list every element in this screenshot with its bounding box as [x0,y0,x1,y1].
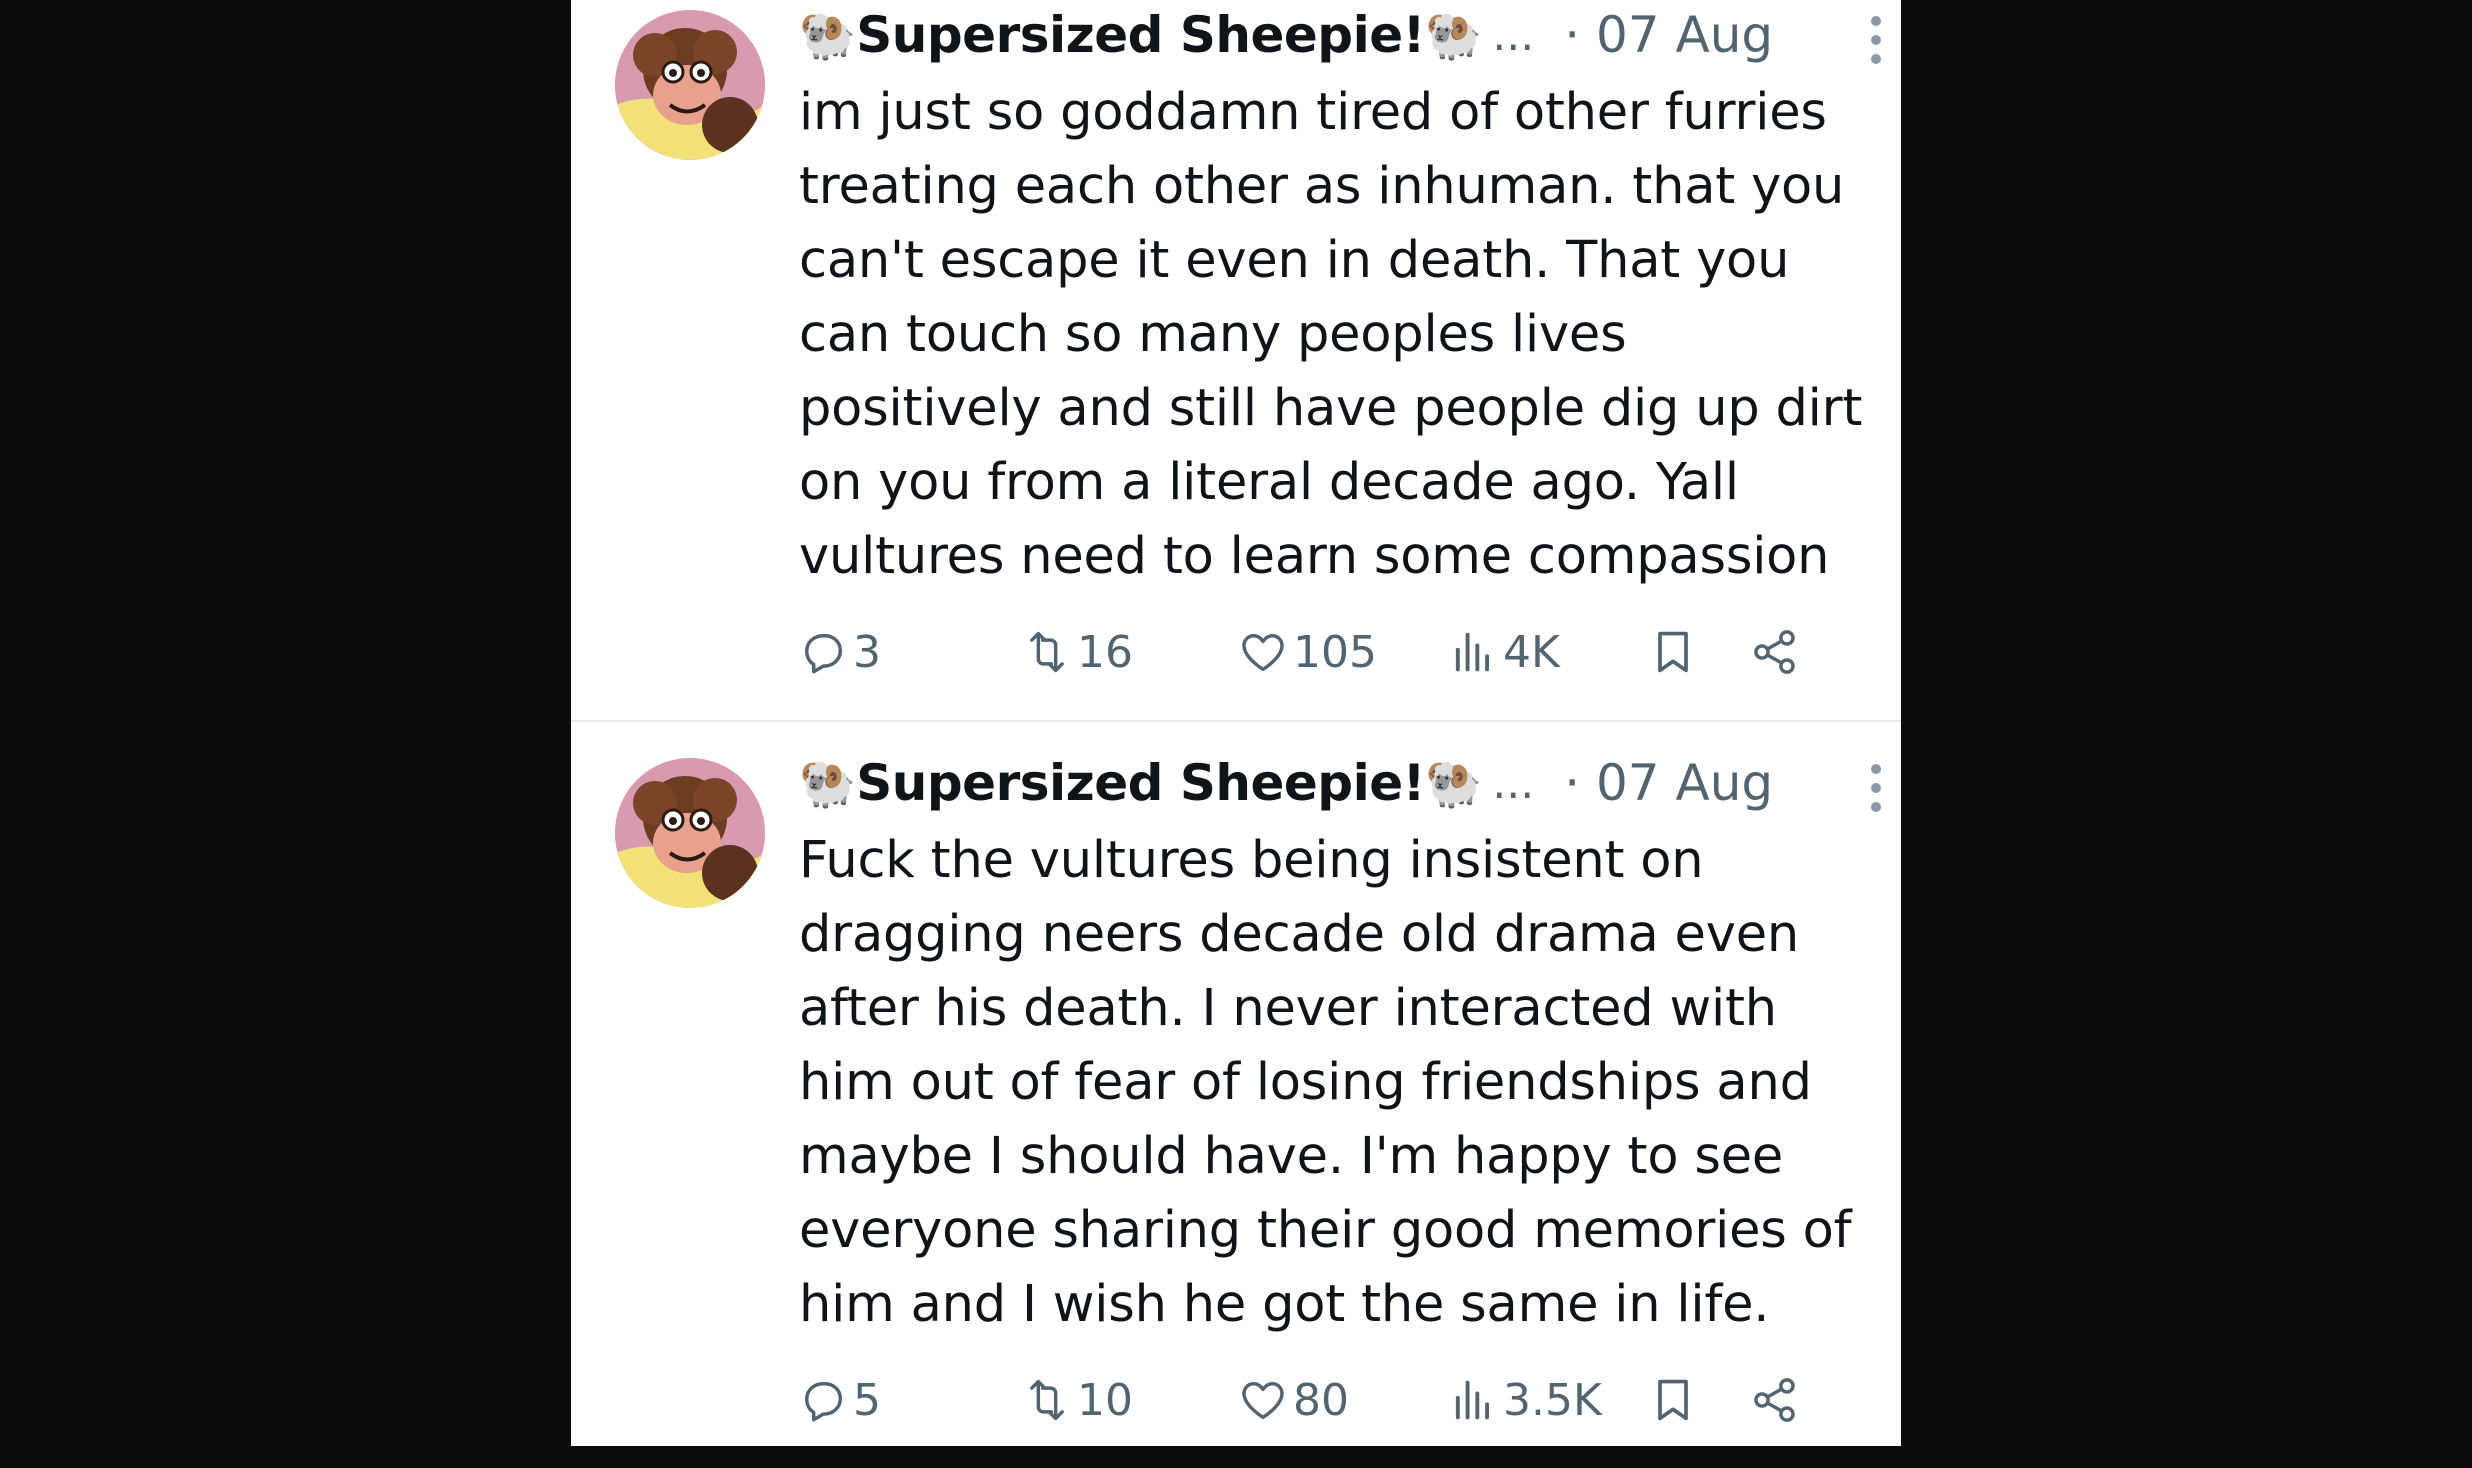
repost-count: 16 [1077,626,1133,678]
share-button[interactable] [1749,1370,1801,1430]
views-icon [1455,1380,1490,1420]
sheep-emoji: 🐏 [799,8,857,62]
repost-icon [1030,1379,1064,1421]
like-count: 105 [1293,626,1377,678]
bookmark-button[interactable] [1647,1370,1699,1430]
tweet-actions: 5 10 80 3.5K [797,1370,1887,1430]
name-truncation: ... [1492,9,1535,61]
tweet-header: 🐏 Supersized Sheepie! 🐏 ... · 07 Aug [799,0,1859,70]
reply-button[interactable]: 5 [797,1370,881,1430]
tweet[interactable]: 🐏 Supersized Sheepie! 🐏 ... · 07 Aug im … [571,0,1901,720]
more-vertical-icon[interactable] [1861,764,1891,812]
share-button[interactable] [1749,622,1801,682]
share-icon [1754,1378,1795,1422]
like-button[interactable]: 80 [1237,1370,1349,1430]
view-count: 3.5K [1503,1374,1602,1426]
name-truncation: ... [1492,757,1535,809]
tweet[interactable]: 🐏 Supersized Sheepie! 🐏 ... · 07 Aug Fuc… [571,748,1901,1468]
like-button[interactable]: 105 [1237,622,1377,682]
heart-icon [1242,634,1284,672]
tweet-divider [571,720,1901,722]
share-icon [1754,630,1795,674]
author-name[interactable]: Supersized Sheepie! [856,754,1425,812]
bookmark-button[interactable] [1647,622,1699,682]
reply-button[interactable]: 3 [797,622,881,682]
sheep-emoji: 🐏 [1424,756,1483,810]
repost-icon [1030,631,1064,673]
reply-count: 3 [853,626,881,678]
sheep-emoji: 🐏 [799,756,857,810]
bookmark-icon [1658,1379,1688,1421]
tweet-text: Fuck the vultures being insistent on dra… [799,831,1852,1334]
tweet-text: im just so goddamn tired of other furrie… [799,83,1863,586]
sheep-emoji: 🐏 [1424,8,1483,62]
tweet-date[interactable]: · 07 Aug [1564,6,1773,64]
like-count: 80 [1293,1374,1349,1426]
reply-count: 5 [853,1374,881,1426]
avatar[interactable] [615,758,765,908]
repost-button[interactable]: 16 [1021,622,1133,682]
avatar[interactable] [615,10,765,160]
views-button[interactable]: 3.5K [1447,1370,1602,1430]
timeline-panel: 🐏 Supersized Sheepie! 🐏 ... · 07 Aug im … [571,0,1901,1446]
heart-icon [1242,1382,1284,1420]
repost-button[interactable]: 10 [1021,1370,1133,1430]
reply-icon [805,634,843,674]
reply-icon [805,1382,843,1422]
tweet-header: 🐏 Supersized Sheepie! 🐏 ... · 07 Aug [799,748,1859,818]
author-name[interactable]: Supersized Sheepie! [856,6,1425,64]
more-vertical-icon[interactable] [1861,16,1891,64]
tweet-actions: 3 16 105 4K [797,622,1887,682]
views-button[interactable]: 4K [1447,622,1560,682]
bookmark-icon [1658,631,1688,673]
view-count: 4K [1503,626,1560,678]
tweet-date[interactable]: · 07 Aug [1564,754,1773,812]
views-icon [1455,632,1490,672]
repost-count: 10 [1077,1374,1133,1426]
